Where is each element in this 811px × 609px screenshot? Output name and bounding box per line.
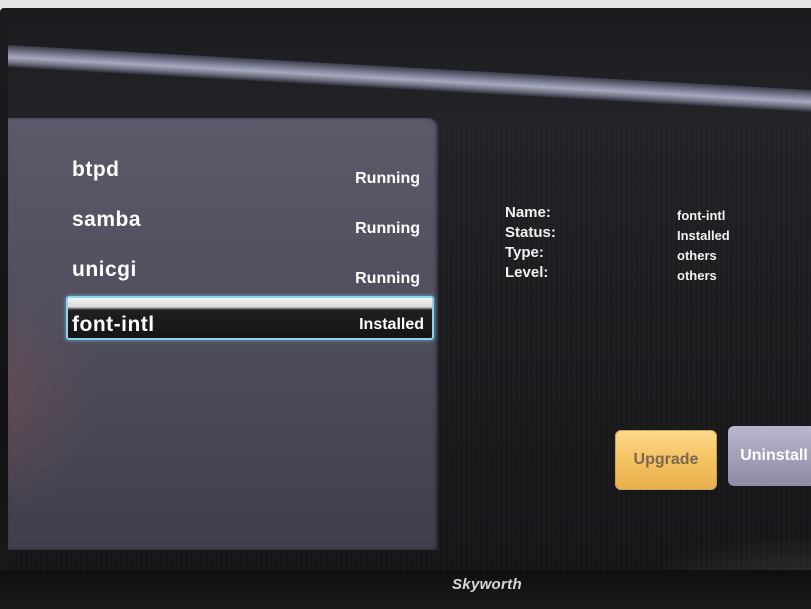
service-name: font-intl (72, 313, 155, 336)
photo-frame: btpd Running samba Running unicgi Runnin… (0, 0, 811, 609)
brand-logo: Skyworth (452, 576, 522, 593)
service-list-item[interactable]: unicgi Running (66, 258, 428, 298)
service-list-item[interactable]: samba Running (66, 208, 428, 248)
type-value: others (677, 248, 717, 263)
status-value: Installed (677, 228, 730, 243)
service-list-item-selected[interactable]: font-intl Installed (66, 296, 434, 340)
service-list-item[interactable]: btpd Running (66, 158, 428, 198)
header-light-stripe (8, 44, 811, 114)
type-label: Type: (505, 244, 544, 261)
status-label: Status: (505, 224, 556, 241)
level-value: others (677, 268, 717, 283)
name-value: font-intl (677, 208, 726, 223)
tv-chin (0, 570, 811, 609)
header-band (8, 14, 811, 126)
level-label: Level: (505, 264, 549, 281)
service-list-panel: btpd Running samba Running unicgi Runnin… (8, 118, 438, 550)
service-name: btpd (72, 158, 120, 181)
screen-reflection (631, 534, 811, 574)
service-status: Installed (359, 316, 424, 333)
service-status: Running (355, 170, 420, 187)
service-name: samba (72, 208, 142, 231)
uninstall-button[interactable]: Uninstall (728, 426, 811, 486)
upgrade-button[interactable]: Upgrade (615, 430, 717, 490)
service-name: unicgi (72, 258, 137, 281)
service-status: Running (355, 270, 420, 287)
tv-screen: btpd Running samba Running unicgi Runnin… (8, 14, 811, 574)
service-status: Running (355, 220, 420, 237)
name-label: Name: (505, 204, 551, 221)
